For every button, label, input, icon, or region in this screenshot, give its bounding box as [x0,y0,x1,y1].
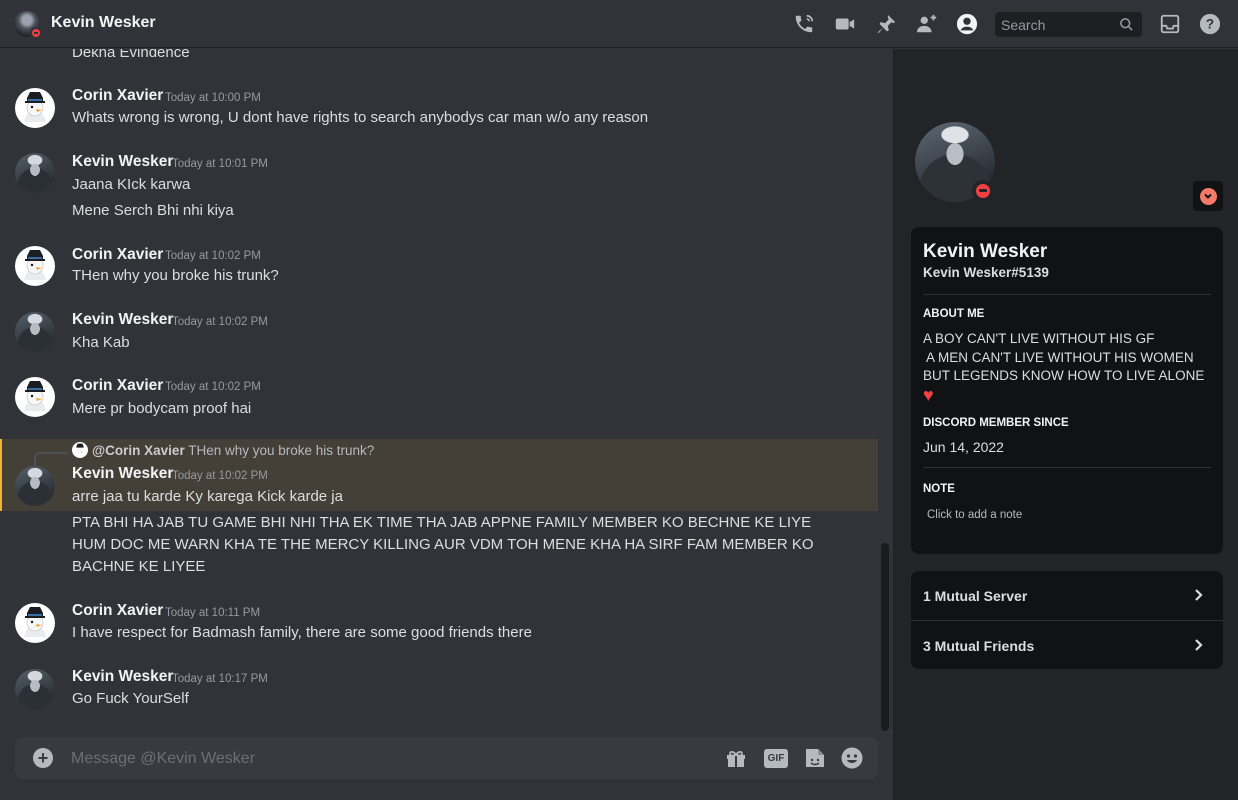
avatar-kevin-wesker[interactable] [15,466,55,506]
message-timestamp: Today at 10:01 PM [172,158,268,170]
message-text: THen why you broke his trunk? [72,267,279,284]
member-since-heading: DISCORD MEMBER SINCE [923,417,1069,429]
svg-text:?: ? [1206,17,1214,32]
chevron-down-icon [1199,187,1217,205]
dnd-status-icon [972,180,994,202]
avatar-kevin-wesker[interactable] [15,312,55,352]
help-icon[interactable]: ? [1198,12,1222,36]
header-dm-name[interactable]: Kevin Wesker [51,14,156,32]
reply-text: THen why you broke his trunk? [188,443,375,458]
avatar-corin-xavier[interactable] [15,603,55,643]
avatar-corin-xavier[interactable] [15,377,55,417]
message-text: BACHNE KE LIYEE [72,558,206,575]
message-author[interactable]: Kevin Wesker [72,311,173,329]
search-input[interactable] [1001,16,1111,33]
message-text: Go Fuck YourSelf [72,690,189,707]
gift-icon[interactable] [724,746,748,770]
emoji-icon[interactable] [840,746,864,770]
scrollbar-thumb[interactable] [881,543,889,731]
message-text: Mene Serch Bhi nhi kiya [72,202,234,219]
message-text: I have respect for Badmash family, there… [72,624,532,641]
chevron-right-icon [1195,589,1203,601]
message-input[interactable] [71,748,691,770]
message-author[interactable]: Kevin Wesker [72,153,173,171]
profile-card: Kevin Wesker Kevin Wesker#5139 ABOUT ME … [911,227,1223,554]
reply-connector [34,452,68,466]
message-timestamp: Today at 10:11 PM [165,607,261,619]
message-text: Whats wrong is wrong, U dont have rights… [72,109,649,126]
mutuals-section: 1 Mutual Server 3 Mutual Friends [911,571,1223,669]
message-author[interactable]: Corin Xavier [72,87,163,105]
add-attachment-button[interactable]: + [33,748,53,768]
about-line: BUT LEGENDS KNOW HOW TO LIVE ALONE [923,368,1205,383]
video-camera-icon[interactable] [833,12,857,36]
inbox-icon[interactable] [1158,12,1182,36]
message-timestamp: Today at 10:02 PM [165,381,261,393]
message-composer[interactable]: + GIF [15,737,878,779]
heart-emoji-icon: ♥ [923,384,934,405]
message-author[interactable]: Corin Xavier [72,602,163,620]
reply-preview[interactable]: @Corin Xavier THen why you broke his tru… [92,443,374,458]
dnd-status-icon [30,27,42,39]
message-author[interactable]: Corin Xavier [72,377,163,395]
message-author[interactable]: Kevin Wesker [72,465,173,483]
add-friend-icon[interactable] [915,12,939,36]
dm-header: Kevin Wesker ? [0,0,1238,48]
avatar-corin-xavier[interactable] [15,88,55,128]
avatar-kevin-wesker[interactable] [15,669,55,709]
message-timestamp: Today at 10:02 PM [172,316,268,328]
reply-author[interactable]: @Corin Xavier [92,443,185,458]
message-list: Dekha Evindence Corin Xavier Today at 10… [0,49,893,800]
message-text: arre jaa tu karde Ky karega Kick karde j… [72,488,343,505]
mutual-servers-row[interactable]: 1 Mutual Server [911,571,1223,620]
user-profile-panel: Kevin Wesker Kevin Wesker#5139 ABOUT ME … [893,49,1238,800]
mutual-friends-label: 3 Mutual Friends [923,637,1035,654]
reply-avatar [72,442,88,458]
mutual-servers-label: 1 Mutual Server [923,587,1028,604]
chevron-right-icon [1195,639,1203,651]
message-text: HUM DOC ME WARN KHA TE THE MERCY KILLING… [72,536,814,553]
gif-button[interactable]: GIF [764,749,788,768]
note-heading: NOTE [923,483,955,495]
message-text: Kha Kab [72,334,130,351]
message-timestamp: Today at 10:02 PM [172,470,268,482]
message-text: Mere pr bodycam proof hai [72,400,252,417]
message-author[interactable]: Kevin Wesker [72,668,173,686]
message-text: Dekha Evindence [72,49,190,61]
message-timestamp: Today at 10:02 PM [165,250,261,262]
note-input[interactable]: Click to add a note [927,509,1022,521]
nitro-badge-button[interactable] [1193,181,1223,211]
about-me-heading: ABOUT ME [923,308,985,320]
avatar-corin-xavier[interactable] [15,246,55,286]
divider [923,294,1211,295]
message-text: Jaana KIck karwa [72,176,191,193]
message-timestamp: Today at 10:00 PM [165,92,261,104]
about-me-text: A BOY CAN'T LIVE WITHOUT HIS GF A MEN CA… [923,330,1204,404]
mutual-friends-row[interactable]: 3 Mutual Friends [911,621,1223,670]
about-line: A BOY CAN'T LIVE WITHOUT HIS GF [923,331,1155,346]
pin-icon[interactable] [874,12,898,36]
message-author[interactable]: Corin Xavier [72,246,163,264]
phone-call-icon[interactable] [792,12,816,36]
about-line: A MEN CAN'T LIVE WITHOUT HIS WOMEN [923,349,1194,365]
sticker-icon[interactable] [803,746,827,770]
search-icon [1120,18,1133,31]
profile-tag[interactable]: Kevin Wesker#5139 [923,265,1049,280]
profile-icon[interactable] [955,12,979,36]
message-text: PTA BHI HA JAB TU GAME BHI NHI THA EK TI… [72,514,812,531]
divider [923,467,1211,468]
message-timestamp: Today at 10:17 PM [172,673,268,685]
header-search[interactable] [995,12,1142,37]
profile-display-name: Kevin Wesker [923,241,1048,262]
member-since-date: Jun 14, 2022 [923,439,1004,455]
avatar-kevin-wesker[interactable] [15,153,55,193]
